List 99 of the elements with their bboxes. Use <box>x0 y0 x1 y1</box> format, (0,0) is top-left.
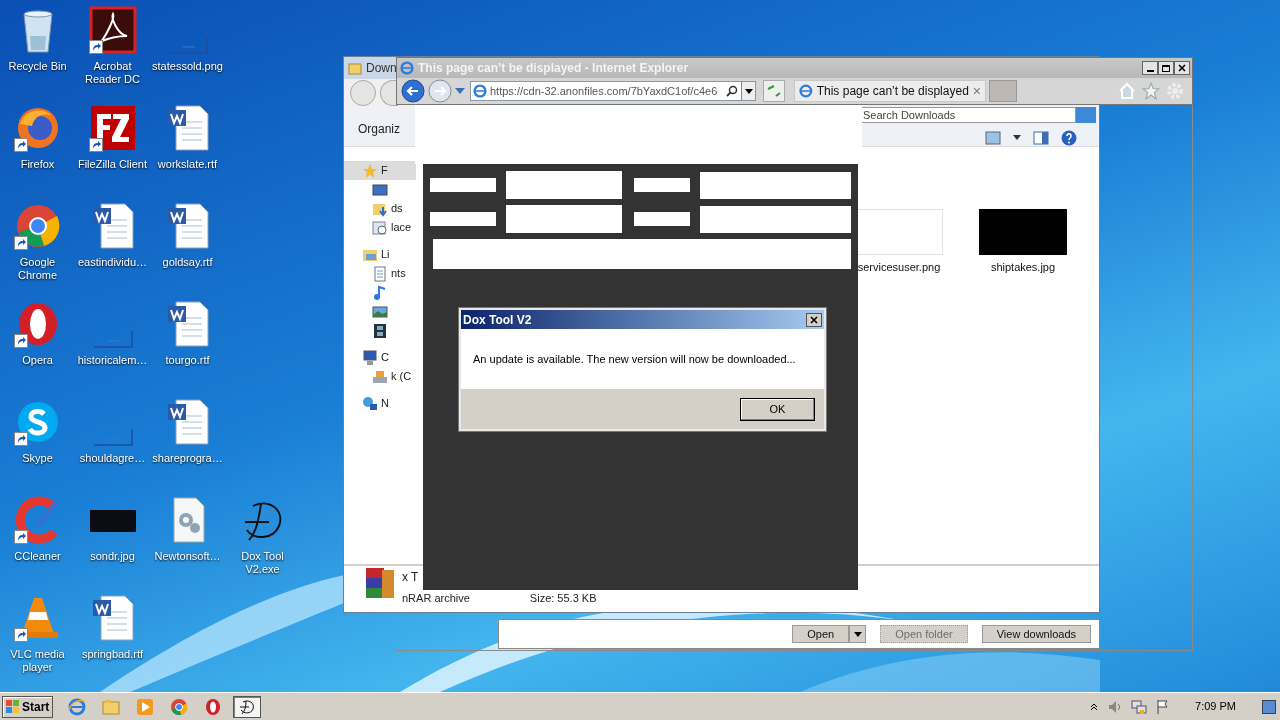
view-icon[interactable] <box>985 130 1001 145</box>
dropdown-button[interactable] <box>741 82 755 100</box>
file-name[interactable]: shiptakes.jpg <box>990 259 1056 276</box>
input-field[interactable] <box>433 239 851 269</box>
close-button[interactable] <box>806 312 822 327</box>
close-button[interactable] <box>1174 61 1190 75</box>
desktop-icon-label[interactable]: Google Chrome <box>0 256 75 282</box>
input-field[interactable] <box>506 205 623 233</box>
dropdown-arrow-icon[interactable] <box>1013 135 1021 140</box>
desktop-icon-label[interactable]: statessold.png <box>150 60 225 73</box>
dialog-message: An update is available. The new version will now be downloaded... <box>473 351 796 367</box>
browser-tab[interactable]: This page can’t be displayed × <box>794 80 986 102</box>
desktop-icon-label[interactable]: goldsay.rtf <box>150 256 225 269</box>
tab-close-button[interactable]: × <box>972 80 985 102</box>
file-size: Size: 55.3 KB <box>529 591 597 606</box>
nav-item[interactable]: lace <box>344 218 416 237</box>
browser-e-icon <box>400 61 414 75</box>
clock[interactable]: 7:09 PM <box>1195 698 1236 715</box>
maximize-button[interactable] <box>1158 61 1174 75</box>
opera-icon <box>204 697 223 716</box>
folder-icon <box>102 697 121 716</box>
address-bar[interactable]: https://cdn-32.anonfiles.com/7bYaxdC1of/c4e6 <box>470 81 756 101</box>
clock-folder-icon <box>372 219 388 236</box>
desktop-icon-label[interactable]: CCleaner <box>0 550 75 563</box>
play-icon <box>136 697 155 716</box>
dropdown-button[interactable] <box>849 625 867 643</box>
nav-item[interactable]: Li <box>344 245 416 264</box>
close-icon <box>1178 64 1186 72</box>
ok-button[interactable]: OK <box>740 397 815 421</box>
preview-pane-icon[interactable] <box>1033 130 1049 145</box>
desktop-icon-label[interactable]: eastindividu… <box>75 256 150 269</box>
file-name: x T <box>402 569 420 586</box>
document-icon <box>372 265 388 282</box>
browser-e-icon <box>473 84 487 98</box>
nav-item[interactable]: F <box>344 161 416 180</box>
filezilla-icon <box>88 104 137 152</box>
desktop-icon-label[interactable]: Opera <box>0 354 75 367</box>
desktop-icon-label[interactable]: workslate.rtf <box>150 158 225 171</box>
nav-item[interactable]: N <box>344 394 416 413</box>
film-icon <box>372 322 388 339</box>
blank-label <box>634 212 690 226</box>
browser-e-icon <box>68 697 87 716</box>
input-field[interactable] <box>506 171 623 199</box>
desktop-icon-label[interactable]: Skype <box>0 452 75 465</box>
refresh-arrows-icon[interactable] <box>763 80 785 102</box>
picture-icon <box>372 303 388 320</box>
globe-computer-icon <box>362 395 378 412</box>
blank-label <box>634 178 690 192</box>
input-field[interactable] <box>699 171 851 199</box>
image-thumbnail[interactable] <box>855 209 943 255</box>
file-type: nRAR archive <box>402 591 470 606</box>
start-button[interactable]: Start <box>2 695 54 718</box>
blank-label <box>430 212 497 226</box>
desktop-icon-label[interactable]: Newtonsoft… <box>150 550 225 563</box>
search-field[interactable]: Search Downloads <box>860 107 1076 123</box>
acrobat-icon <box>88 6 137 54</box>
image-thumbnail[interactable] <box>979 209 1067 255</box>
drive-icon <box>372 368 388 385</box>
nav-item[interactable]: nts <box>344 264 416 283</box>
computer-icon <box>362 349 378 366</box>
taskbar-button[interactable] <box>233 695 262 718</box>
desktop-icon-label[interactable]: historicalem… <box>75 354 150 367</box>
minimize-button[interactable] <box>1142 61 1158 75</box>
caret-icon <box>853 631 862 637</box>
nav-item[interactable]: k (C <box>344 367 416 386</box>
star-icon[interactable] <box>1142 82 1160 100</box>
chevron-up-icon[interactable] <box>1089 701 1100 712</box>
desktop-icon-label[interactable]: tourgo.rtf <box>150 354 225 367</box>
search-icon[interactable] <box>726 85 738 97</box>
desktop-icon-label[interactable]: Firefox <box>0 158 75 171</box>
music-note-icon <box>372 284 388 301</box>
download-button[interactable]: Open <box>792 625 850 643</box>
windows-logo-icon <box>6 699 20 714</box>
desktop-icon-label[interactable]: shareprogra… <box>150 452 225 465</box>
desktop-icon-label[interactable]: shouldagre… <box>75 452 150 465</box>
network-icon[interactable] <box>1131 698 1148 715</box>
nav-item[interactable]: C <box>344 348 416 367</box>
window-title: Down <box>366 60 397 77</box>
dialog-title: Dox Tool V2 <box>463 311 533 329</box>
download-button[interactable]: View downloads <box>981 625 1091 643</box>
chrome-icon <box>170 697 189 716</box>
input-field[interactable] <box>699 205 851 233</box>
file-name[interactable]: servicesuser.png <box>857 259 941 276</box>
caret-icon <box>744 88 753 94</box>
desktop-icon-label[interactable]: Recycle Bin <box>0 60 75 73</box>
script-letter-icon <box>238 697 257 716</box>
nav-item[interactable]: ds <box>344 199 416 218</box>
folder-icon <box>348 61 362 75</box>
show-desktop-button[interactable] <box>1262 699 1276 714</box>
desktop-icon-label[interactable]: Acrobat Reader DC <box>75 60 150 86</box>
star-icon <box>362 162 378 179</box>
close-icon <box>810 315 818 324</box>
organize-button[interactable]: Organiz <box>358 119 401 138</box>
desktop-icon-label[interactable]: FileZilla Client <box>75 158 150 171</box>
help-icon[interactable] <box>1061 129 1077 146</box>
blank-label <box>430 178 497 192</box>
desktop-icon-label[interactable]: sondr.jpg <box>75 550 150 563</box>
monitor-icon <box>372 181 388 198</box>
browser-e-icon <box>799 84 813 98</box>
